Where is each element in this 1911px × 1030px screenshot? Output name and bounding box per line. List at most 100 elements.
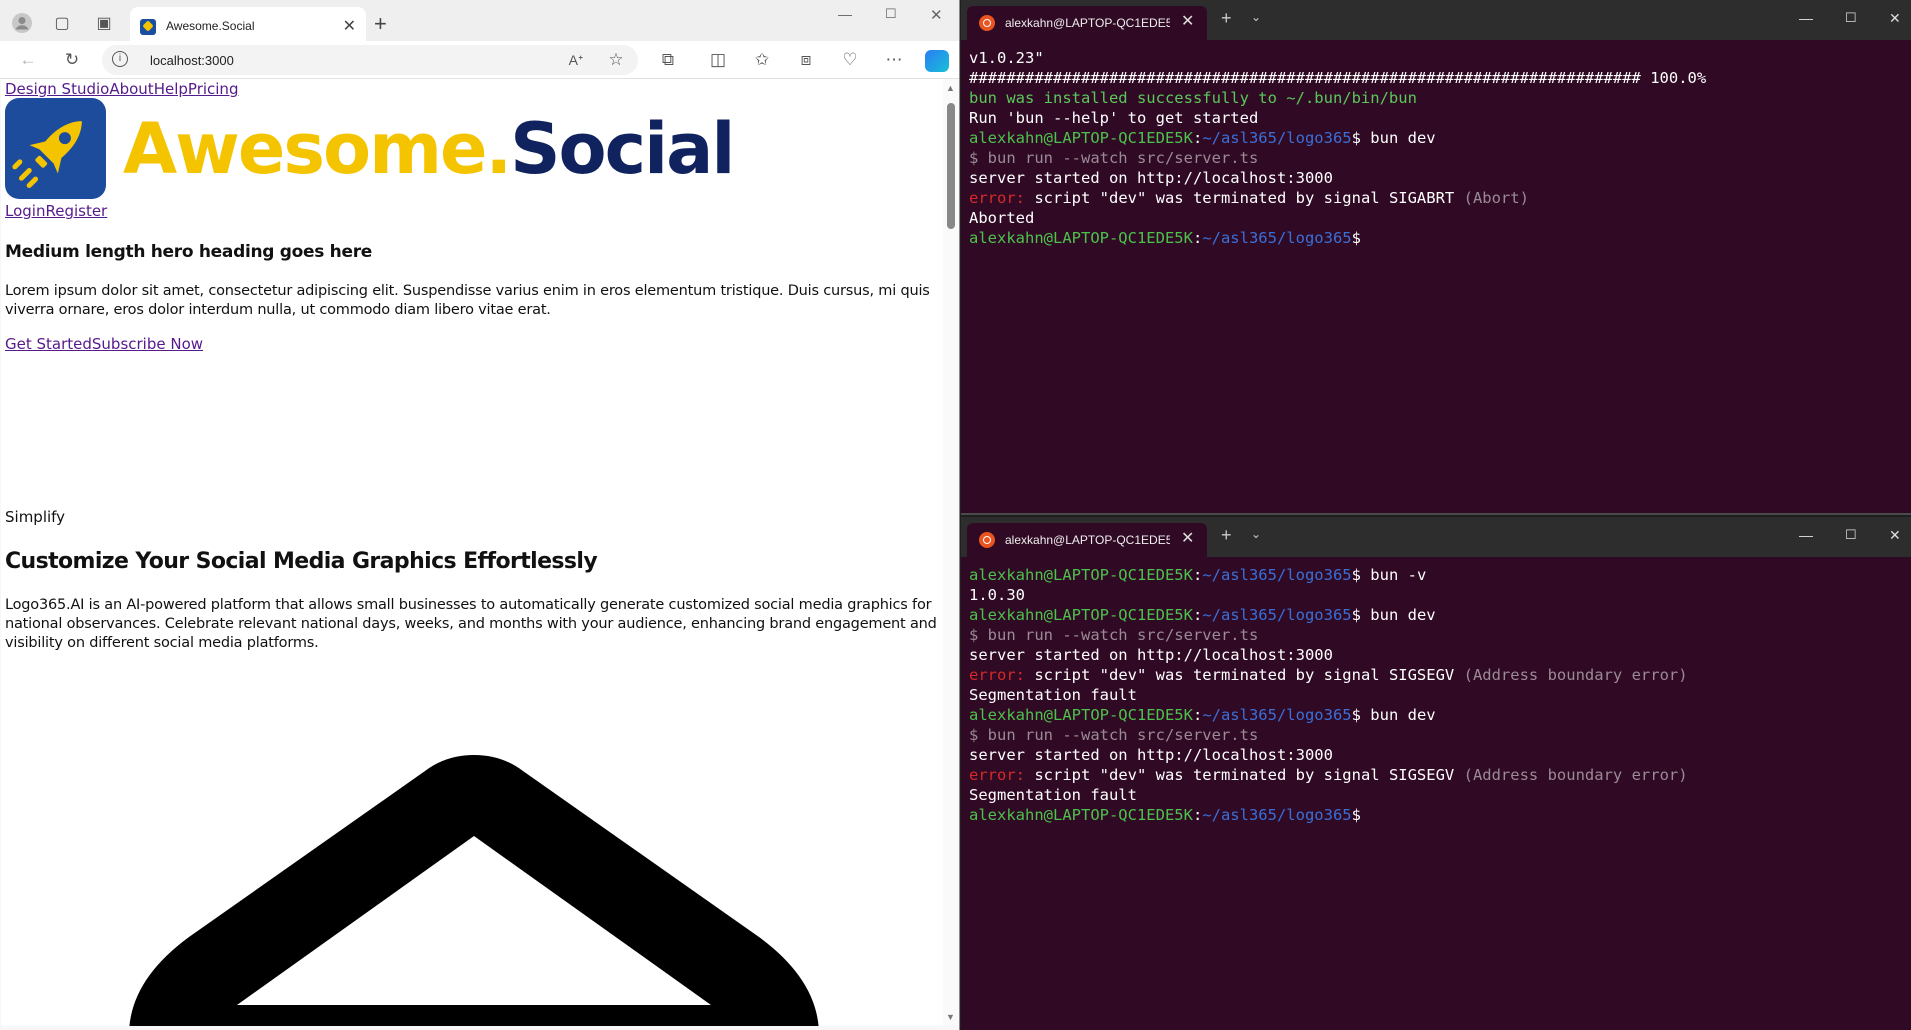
maximize-icon[interactable]: ☐ bbox=[1845, 10, 1857, 26]
terminal-segment: error: bbox=[969, 189, 1025, 207]
page-scrollbar[interactable]: ▲ ▼ bbox=[943, 79, 959, 1026]
terminal-line: 1.0.30 bbox=[969, 585, 1909, 605]
terminal-segment: ~/asl365/logo365 bbox=[1202, 806, 1352, 824]
terminal-tab[interactable]: alexkahn@LAPTOP-QC1EDE5K ✕ bbox=[967, 6, 1207, 40]
window-close-icon[interactable]: ✕ bbox=[1889, 527, 1901, 544]
tagline: Simplify bbox=[5, 508, 66, 526]
terminal-segment: Segmentation fault bbox=[969, 686, 1137, 704]
terminal-segment: $ bun dev bbox=[1351, 706, 1436, 724]
maximize-icon[interactable]: ☐ bbox=[885, 6, 897, 22]
get-started-link[interactable]: Get Started bbox=[5, 335, 92, 353]
hero-heading: Medium length hero heading goes here bbox=[5, 242, 373, 262]
read-aloud-icon[interactable]: Aᐩ bbox=[564, 48, 588, 72]
nav-link-help[interactable]: Help bbox=[154, 80, 188, 98]
terminal-line: ########################################… bbox=[969, 68, 1909, 88]
terminal-segment: Segmentation fault bbox=[969, 786, 1137, 804]
section-heading: Customize Your Social Media Graphics Eff… bbox=[5, 549, 598, 574]
address-bar[interactable]: i localhost:3000 Aᐩ ☆ bbox=[102, 45, 638, 75]
extensions-icon[interactable]: ⧉ bbox=[656, 48, 680, 72]
terminal-output[interactable]: v1.0.23" ################################… bbox=[969, 48, 1909, 248]
terminal-segment: ~/asl365/logo365 bbox=[1202, 706, 1352, 724]
terminal-segment: $ bbox=[1351, 229, 1361, 247]
terminal-segment: : bbox=[1192, 806, 1203, 824]
terminal-tab-title: alexkahn@LAPTOP-QC1EDE5K bbox=[1005, 16, 1170, 30]
collections-icon[interactable]: ⧈ bbox=[794, 48, 818, 72]
new-tab-icon[interactable]: + bbox=[1221, 525, 1232, 546]
terminal-segment: Aborted bbox=[969, 209, 1035, 227]
terminal-line: alexkahn@LAPTOP-QC1EDE5K:~/asl365/logo36… bbox=[969, 565, 1909, 585]
favorite-star-icon[interactable]: ☆ bbox=[604, 48, 628, 72]
chevron-down-icon[interactable]: ⌄ bbox=[1251, 10, 1261, 24]
nav-link-design-studio[interactable]: Design Studio bbox=[5, 80, 109, 98]
terminal-segment: alexkahn@LAPTOP-QC1EDE5K bbox=[969, 229, 1193, 247]
terminal-line: v1.0.23" bbox=[969, 48, 1909, 68]
terminal-tab[interactable]: alexkahn@LAPTOP-QC1EDE5K ✕ bbox=[967, 523, 1207, 557]
terminal-line: error: script "dev" was terminated by si… bbox=[969, 665, 1909, 685]
split-screen-icon[interactable]: ◫ bbox=[706, 48, 730, 72]
new-tab-icon[interactable]: + bbox=[1221, 8, 1232, 29]
cta-links: Get StartedSubscribe Now bbox=[5, 335, 203, 353]
more-menu-icon[interactable]: ⋯ bbox=[882, 48, 906, 72]
terminal-titlebar: alexkahn@LAPTOP-QC1EDE5K ✕ + ⌄ — ☐ ✕ bbox=[961, 0, 1911, 40]
terminal-line: Aborted bbox=[969, 208, 1909, 228]
window-close-icon[interactable]: ✕ bbox=[1889, 10, 1901, 27]
vertical-tabs-icon[interactable]: ▣ bbox=[92, 12, 116, 36]
terminal-titlebar: alexkahn@LAPTOP-QC1EDE5K ✕ + ⌄ — ☐ ✕ bbox=[961, 517, 1911, 557]
nav-link-pricing[interactable]: Pricing bbox=[188, 80, 239, 98]
site-nav: Design StudioAboutHelpPricing bbox=[5, 80, 238, 98]
web-page: Design StudioAboutHelpPricing Awesome.So… bbox=[1, 79, 943, 1026]
terminal-segment: script "dev" was terminated by signal SI… bbox=[1025, 189, 1464, 207]
scroll-down-icon[interactable]: ▼ bbox=[946, 1012, 955, 1022]
browser-essentials-icon[interactable]: ♡ bbox=[838, 48, 862, 72]
terminal-segment: $ bbox=[1351, 806, 1361, 824]
terminal-segment: ########################################… bbox=[969, 69, 1707, 87]
minimize-icon[interactable]: — bbox=[1799, 527, 1813, 543]
terminal-segment: alexkahn@LAPTOP-QC1EDE5K bbox=[969, 129, 1193, 147]
subscribe-now-link[interactable]: Subscribe Now bbox=[92, 335, 203, 353]
register-link[interactable]: Register bbox=[45, 202, 107, 220]
workspaces-icon[interactable]: ▢ bbox=[50, 12, 74, 36]
site-info-icon[interactable]: i bbox=[112, 51, 128, 67]
browser-window: ▢ ▣ Awesome.Social ✕ + — ☐ ✕ ← ↻ i local… bbox=[0, 0, 960, 1030]
terminal-segment: (Address boundary error) bbox=[1463, 766, 1688, 784]
login-link[interactable]: Login bbox=[5, 202, 45, 220]
minimize-icon[interactable]: — bbox=[838, 6, 852, 22]
terminal-segment: : bbox=[1192, 229, 1203, 247]
back-icon[interactable]: ← bbox=[16, 48, 40, 72]
copilot-icon[interactable] bbox=[925, 50, 949, 72]
close-tab-icon[interactable]: ✕ bbox=[1181, 528, 1194, 548]
minimize-icon[interactable]: — bbox=[1799, 10, 1813, 26]
ubuntu-icon bbox=[979, 532, 995, 548]
close-tab-icon[interactable]: ✕ bbox=[1181, 11, 1194, 31]
terminal-output[interactable]: alexkahn@LAPTOP-QC1EDE5K:~/asl365/logo36… bbox=[969, 565, 1909, 825]
favorites-icon[interactable]: ✩ bbox=[750, 48, 774, 72]
scroll-up-icon[interactable]: ▲ bbox=[946, 83, 955, 93]
terminal-tab-title: alexkahn@LAPTOP-QC1EDE5K bbox=[1005, 533, 1170, 547]
terminal-segment: v1.0.23" bbox=[969, 49, 1044, 67]
terminal-segment: server started on http://localhost:3000 bbox=[969, 746, 1333, 764]
terminal-segment: bun was installed successfully to ~/.bun… bbox=[969, 89, 1417, 107]
terminal-window-bottom[interactable]: alexkahn@LAPTOP-QC1EDE5K ✕ + ⌄ — ☐ ✕ ale… bbox=[961, 517, 1911, 1030]
terminal-window-top[interactable]: alexkahn@LAPTOP-QC1EDE5K ✕ + ⌄ — ☐ ✕ v1.… bbox=[961, 0, 1911, 515]
url-text: localhost:3000 bbox=[150, 53, 234, 68]
terminal-segment: : bbox=[1192, 606, 1203, 624]
scrollbar-thumb[interactable] bbox=[947, 103, 955, 229]
terminal-segment: : bbox=[1192, 129, 1203, 147]
terminal-segment: $ bun run --watch src/server.ts bbox=[969, 726, 1259, 744]
new-tab-icon[interactable]: + bbox=[374, 12, 387, 36]
terminal-line: Segmentation fault bbox=[969, 785, 1909, 805]
terminal-line: alexkahn@LAPTOP-QC1EDE5K:~/asl365/logo36… bbox=[969, 228, 1909, 248]
terminal-line: alexkahn@LAPTOP-QC1EDE5K:~/asl365/logo36… bbox=[969, 605, 1909, 625]
terminal-line: bun was installed successfully to ~/.bun… bbox=[969, 88, 1909, 108]
terminal-segment: $ bun run --watch src/server.ts bbox=[969, 626, 1259, 644]
window-close-icon[interactable]: ✕ bbox=[930, 6, 943, 24]
nav-link-about[interactable]: About bbox=[109, 80, 153, 98]
close-tab-icon[interactable]: ✕ bbox=[343, 16, 356, 36]
profile-icon[interactable] bbox=[10, 12, 34, 36]
ubuntu-icon bbox=[979, 15, 995, 31]
refresh-icon[interactable]: ↻ bbox=[60, 48, 84, 72]
maximize-icon[interactable]: ☐ bbox=[1845, 527, 1857, 543]
terminal-line: $ bun run --watch src/server.ts bbox=[969, 148, 1909, 168]
terminal-segment: (Address boundary error) bbox=[1463, 666, 1688, 684]
chevron-down-icon[interactable]: ⌄ bbox=[1251, 527, 1261, 541]
